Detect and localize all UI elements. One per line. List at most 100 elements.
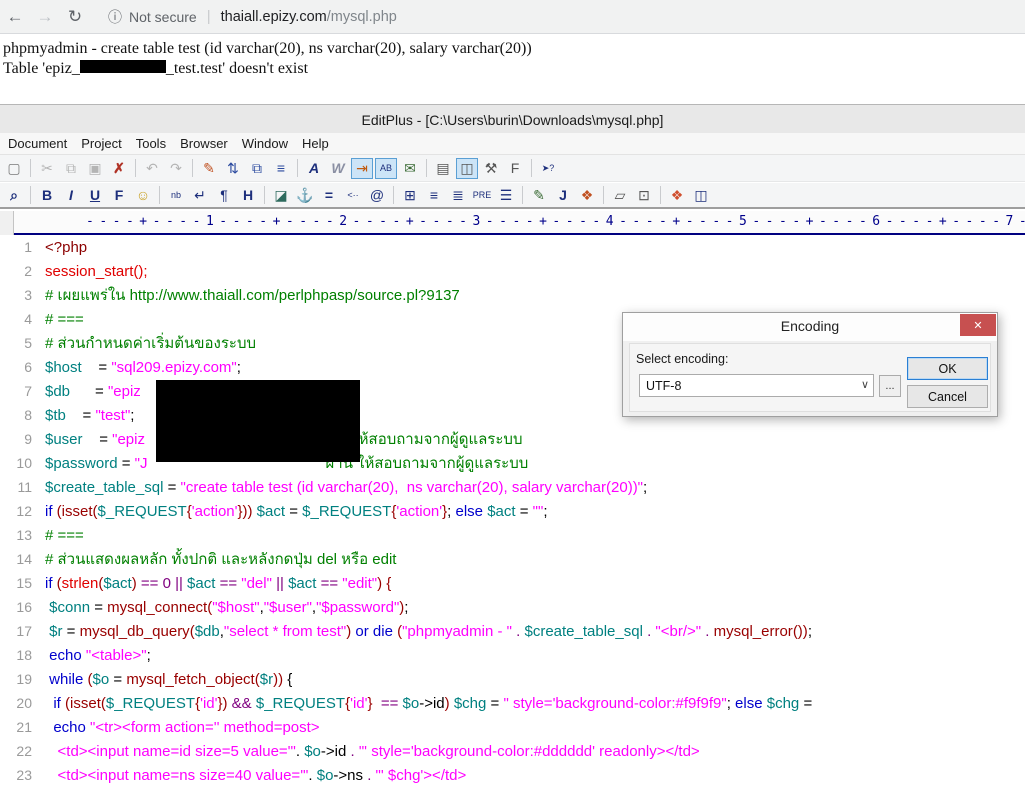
line-break-icon[interactable]: ↵ — [189, 185, 211, 206]
menu-tools[interactable]: Tools — [136, 136, 166, 151]
font-tag-icon[interactable]: F — [108, 185, 130, 206]
menu-help[interactable]: Help — [302, 136, 329, 151]
sort-icon[interactable]: ⇅ — [222, 158, 244, 179]
center-align-icon[interactable]: ≡ — [423, 185, 445, 206]
code-segment-str: "" — [532, 503, 544, 520]
cancel-button[interactable]: Cancel — [907, 385, 988, 408]
mark-icon[interactable]: ✎ — [198, 158, 220, 179]
heading-icon[interactable]: H — [237, 185, 259, 206]
cut-icon[interactable]: ✂ — [36, 158, 58, 179]
code-segment-op: == 0 || — [136, 575, 188, 592]
browse-encodings-button[interactable]: ... — [879, 375, 901, 397]
code-line: 21 echo "<tr><form action='' method=post… — [0, 715, 1025, 739]
window-arrange-icon[interactable]: ⊡ — [633, 185, 655, 206]
refresh-icon[interactable]: ↻ — [60, 7, 90, 27]
font-icon[interactable]: A — [303, 158, 325, 179]
preformatted-icon[interactable]: PRE — [471, 185, 493, 206]
auto-completion-icon[interactable]: AB — [375, 157, 397, 179]
copy-append-icon[interactable]: ⧉ — [246, 158, 268, 179]
menu-browser[interactable]: Browser — [180, 136, 228, 151]
code-segment-str: "<table>" — [85, 647, 147, 664]
line-number: 22 — [16, 743, 32, 759]
folder-icon[interactable]: ▱ — [609, 185, 631, 206]
browser-toolbar: ← → ↻ ⓘ Not secure | thaiall.epizy.com /… — [0, 0, 1025, 34]
copy-icon[interactable]: ⧉ — [60, 158, 82, 179]
encoding-dialog-title-bar[interactable]: Encoding ✕ — [623, 313, 997, 341]
browser-page: phpmyadmin - create table test (id varch… — [0, 34, 1025, 103]
info-icon[interactable]: ⓘ — [108, 7, 122, 27]
ok-button[interactable]: OK — [907, 357, 988, 380]
code-segment-kw: if — [45, 503, 53, 520]
close-icon[interactable]: ✕ — [960, 314, 996, 336]
functions-list-icon[interactable]: F — [504, 158, 526, 179]
new-document-icon[interactable]: ▢ — [3, 158, 25, 179]
split-window-icon[interactable]: ◫ — [690, 185, 712, 206]
italic-icon[interactable]: I — [60, 185, 82, 206]
code-segment-pl: ; — [404, 599, 409, 616]
word-wrap-icon[interactable]: ⇥ — [351, 157, 373, 179]
cliptext-icon[interactable]: ✉ — [399, 158, 421, 179]
anchor-icon[interactable]: ⚓ — [294, 185, 316, 206]
line-number: 20 — [16, 695, 32, 711]
code-segment-str: "<br/>" — [655, 623, 702, 640]
auto-indent-icon[interactable]: ≡ — [270, 158, 292, 179]
line-number: 19 — [16, 671, 32, 687]
security-label[interactable]: Not secure — [129, 9, 197, 25]
code-segment-var: $db — [194, 623, 220, 640]
code-segment-paren: ) { — [377, 575, 392, 592]
special-character-icon[interactable]: @ — [366, 185, 388, 206]
nonbreaking-space-icon[interactable]: nb — [165, 185, 187, 206]
code-segment-paren: ( — [52, 503, 62, 520]
table-icon[interactable]: ⊞ — [399, 185, 421, 206]
tag-icon[interactable]: <·· — [342, 185, 364, 206]
code-segment-paren: })) — [237, 503, 253, 520]
bold-icon[interactable]: B — [36, 185, 58, 206]
user-tools-icon[interactable]: ⚒ — [480, 158, 502, 179]
toolbar-separator — [426, 159, 427, 177]
editplus-title-bar[interactable]: EditPlus - [C:\Users\burin\Downloads\mys… — [0, 104, 1025, 134]
code-segment-op: . — [363, 767, 376, 784]
code-segment-var: $act — [187, 575, 216, 592]
code-segment-pl: { — [283, 671, 293, 688]
url-host[interactable]: thaiall.epizy.com — [221, 9, 327, 25]
undo-icon[interactable]: ↶ — [141, 158, 163, 179]
context-help-icon[interactable]: ➤? — [537, 158, 559, 179]
code-segment-var: $r — [49, 623, 63, 640]
horizontal-rule-icon[interactable]: = — [318, 185, 340, 206]
code-segment-pl: ->id — [320, 743, 347, 760]
document-list-icon[interactable]: ▤ — [432, 158, 454, 179]
word-wrap-off-icon[interactable]: W — [327, 158, 349, 179]
page-output-line2: Table 'epiz_ _test.test' doesn't exist — [3, 60, 308, 78]
code-segment-cm: # === — [45, 311, 84, 328]
encoding-select[interactable]: UTF-8 ∨ — [639, 374, 874, 397]
menu-document[interactable]: Document — [8, 136, 67, 151]
colors-logo-icon[interactable]: ❖ — [666, 185, 688, 206]
delete-icon[interactable]: ✗ — [108, 158, 130, 179]
url-path[interactable]: /mysql.php — [327, 9, 397, 25]
redo-icon[interactable]: ↷ — [165, 158, 187, 179]
directory-window-icon[interactable]: ◫ — [456, 157, 478, 179]
javascript-icon[interactable]: J — [552, 185, 574, 206]
menu-project[interactable]: Project — [81, 136, 121, 151]
back-icon[interactable]: ← — [0, 7, 30, 27]
forward-icon[interactable]: → — [30, 7, 60, 27]
toolbar-separator — [264, 186, 265, 204]
browser-preview-icon[interactable]: ⌕ — [3, 185, 25, 206]
code-segment-fn: mysql_error — [713, 623, 793, 640]
right-align-icon[interactable]: ≣ — [447, 185, 469, 206]
objects-icon[interactable]: ❖ — [576, 185, 598, 206]
script-icon[interactable]: ✎ — [528, 185, 550, 206]
line-number: 14 — [16, 551, 32, 567]
code-segment-str: "create table test (id varchar(20), ns v… — [180, 479, 644, 496]
color-icon[interactable]: ☺ — [132, 185, 154, 206]
image-icon[interactable]: ◪ — [270, 185, 292, 206]
list-icon[interactable]: ☰ — [495, 185, 517, 206]
code-segment-str: <td><input name=id size=5 value='" — [57, 743, 296, 760]
paragraph-icon[interactable]: ¶ — [213, 185, 235, 206]
paste-icon[interactable]: ▣ — [84, 158, 106, 179]
code-segment-op: . — [511, 623, 525, 640]
underline-icon[interactable]: U — [84, 185, 106, 206]
code-segment-var: $user — [45, 431, 83, 448]
menu-window[interactable]: Window — [242, 136, 288, 151]
toolbar-separator — [135, 159, 136, 177]
